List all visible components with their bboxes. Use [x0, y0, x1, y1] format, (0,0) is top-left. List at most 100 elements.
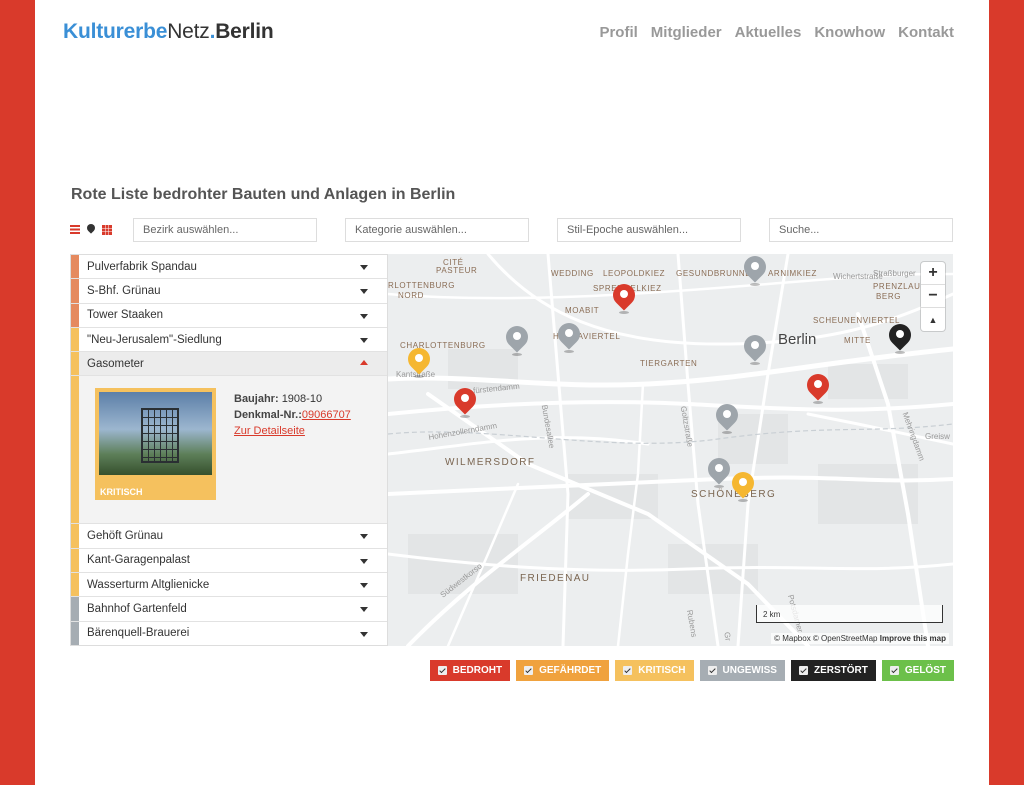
page: KulturerbeNetz.Berlin Profil Mitglieder … [35, 0, 989, 785]
nav-aktuelles[interactable]: Aktuelles [735, 24, 802, 41]
list-item[interactable]: Pulverfabrik Spandau [71, 255, 387, 280]
list-item[interactable]: Wasserturm Altglienicke [71, 573, 387, 598]
list-item[interactable]: "Neu-Jerusalem"-Siedlung [71, 327, 387, 353]
stil-epoche-select[interactable]: Stil-Epoche auswählen... [557, 218, 741, 242]
label-arnimkiez: ARNIMKIEZ [768, 269, 817, 278]
label-nord: NORD [398, 291, 424, 300]
list-item[interactable]: Gehöft Grünau [71, 524, 387, 549]
zoom-in-button[interactable]: + [921, 262, 945, 285]
search-input[interactable]: Suche... [769, 218, 953, 242]
checkbox-icon[interactable] [798, 666, 808, 675]
list-item-label: "Neu-Jerusalem"-Siedlung [87, 333, 222, 346]
building-list[interactable]: Pulverfabrik Spandau S-Bhf. Grünau Tower S… [70, 254, 388, 646]
marker-zerstoert[interactable] [884, 319, 916, 354]
caret-down-icon[interactable] [360, 607, 368, 613]
marker-bedroht[interactable] [449, 383, 481, 418]
checkbox-icon[interactable] [889, 666, 899, 675]
legend-toggle-gefährdet[interactable]: GEFÄHRDET [516, 660, 610, 681]
nav-profil[interactable]: Profil [599, 24, 637, 41]
marker-kritisch[interactable] [727, 467, 759, 502]
caret-down-icon[interactable] [360, 265, 368, 270]
list-item[interactable]: S-Bhf. Grünau [71, 279, 387, 304]
checkbox-icon[interactable] [437, 666, 447, 675]
caret-down-icon[interactable] [360, 583, 368, 589]
map[interactable]: CITÉ PASTEUR RLOTTENBURG NORD WEDDING LE… [388, 254, 953, 646]
caret-down-icon[interactable] [360, 558, 368, 564]
legend-label: GELÖST [904, 665, 946, 676]
legend-label: KRITISCH [638, 665, 686, 676]
marker-kritisch[interactable] [403, 343, 435, 378]
label-strassburger: Straßburger [873, 269, 916, 278]
checkbox-icon[interactable] [623, 666, 633, 675]
list-item-label: Gehöft Grünau [87, 530, 164, 543]
marker-ungewiss[interactable] [703, 453, 735, 488]
gasometer-illustration [141, 408, 179, 464]
marker-ungewiss[interactable] [501, 321, 533, 356]
denkmal-label: Denkmal-Nr.: [234, 409, 302, 422]
caret-up-icon[interactable] [360, 360, 368, 366]
caret-down-icon[interactable] [360, 534, 368, 540]
map-zoom-controls: + − ▲ [921, 262, 945, 331]
detail-page-link[interactable]: Zur Detailseite [234, 425, 305, 437]
label-leopoldkiez: LEOPOLDKIEZ [603, 269, 666, 278]
list-item-label: Tower Staaken [87, 309, 164, 322]
page-title: Rote Liste bedrohter Bauten und Anlagen … [71, 186, 456, 203]
list-item[interactable]: Bärenquell-Brauerei [71, 621, 387, 645]
label-greifswalder: Greisw [925, 432, 950, 441]
kategorie-select[interactable]: Kategorie auswählen... [345, 218, 529, 242]
marker-ungewiss[interactable] [739, 330, 771, 365]
denkmal-nr-link[interactable]: 09066707 [302, 409, 351, 421]
legend-toggle-gelöst[interactable]: GELÖST [881, 660, 954, 681]
building-card[interactable]: KRITISCH [95, 388, 216, 501]
caret-down-icon[interactable] [360, 631, 368, 637]
attribution-text[interactable]: © Mapbox © OpenStreetMap [774, 634, 877, 643]
list-item[interactable]: Tower Staaken [71, 303, 387, 328]
improve-map-link[interactable]: Improve this map [880, 634, 946, 643]
main-nav: Profil Mitglieder Aktuelles Knowhow Kont… [599, 24, 954, 41]
bezirk-select[interactable]: Bezirk auswählen... [133, 218, 317, 242]
status-color-bar [71, 376, 79, 524]
logo-part-berlin: Berlin [215, 20, 274, 43]
legend-toggle-ungewiss[interactable]: UNGEWISS [699, 660, 785, 681]
legend-toggle-bedroht[interactable]: BEDROHT [429, 660, 511, 681]
marker-bedroht[interactable] [608, 279, 640, 314]
nav-knowhow[interactable]: Knowhow [814, 24, 885, 41]
zoom-out-button[interactable]: − [921, 285, 945, 308]
status-color-bar [71, 279, 79, 303]
label-tiergarten: TIERGARTEN [640, 359, 698, 368]
status-color-bar [71, 352, 79, 376]
legend-toggle-zerstört[interactable]: ZERSTÖRT [790, 660, 876, 681]
status-color-bar [71, 548, 79, 573]
checkbox-icon[interactable] [524, 666, 534, 675]
site-logo[interactable]: KulturerbeNetz.Berlin [63, 20, 274, 44]
label-gr: Gr [722, 631, 733, 642]
grid-icon[interactable] [102, 224, 112, 235]
list-item[interactable]: Bahnhof Gartenfeld [71, 597, 387, 622]
marker-ungewiss[interactable] [711, 399, 743, 434]
status-color-bar [71, 255, 79, 279]
compass-reset-button[interactable]: ▲ [921, 308, 945, 331]
list-icon[interactable] [70, 224, 80, 235]
view-switcher [70, 224, 112, 235]
list-item-label: Gasometer [87, 357, 144, 370]
status-color-bar [71, 327, 79, 352]
list-item-label: S-Bhf. Grünau [87, 284, 161, 297]
legend-label: GEFÄHRDET [539, 665, 602, 676]
label-pasteur: PASTEUR [436, 266, 478, 275]
checkbox-icon[interactable] [707, 666, 717, 675]
caret-down-icon[interactable] [360, 289, 368, 295]
caret-down-icon[interactable] [360, 313, 368, 319]
list-item-label: Kant-Garagenpalast [87, 554, 190, 567]
nav-mitglieder[interactable]: Mitglieder [651, 24, 722, 41]
caret-down-icon[interactable] [360, 337, 368, 343]
nav-kontakt[interactable]: Kontakt [898, 24, 954, 41]
list-item[interactable]: Gasometer [71, 352, 387, 377]
status-badge: KRITISCH [100, 487, 143, 498]
label-friedenau: FRIEDENAU [520, 573, 591, 584]
map-pin-icon[interactable] [87, 224, 95, 235]
marker-ungewiss[interactable] [739, 254, 771, 286]
legend-toggle-kritisch[interactable]: KRITISCH [615, 660, 694, 681]
marker-ungewiss[interactable] [553, 318, 585, 353]
list-item[interactable]: Kant-Garagenpalast [71, 548, 387, 574]
marker-bedroht[interactable] [802, 369, 834, 404]
